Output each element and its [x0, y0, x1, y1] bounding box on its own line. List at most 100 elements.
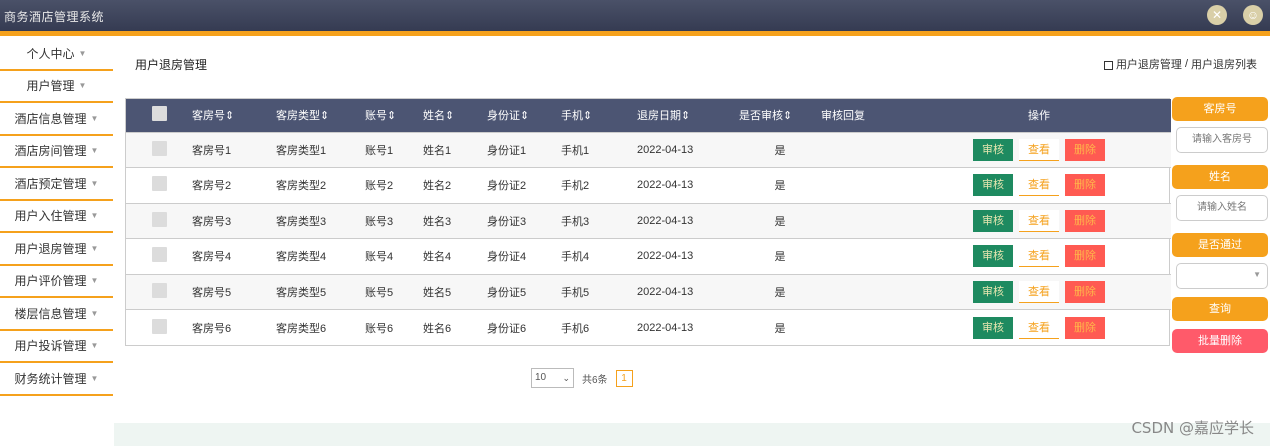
view-button[interactable]: 查看 [1019, 245, 1059, 268]
delete-button[interactable]: 删除 [1065, 174, 1105, 197]
sidebar-item-complaints[interactable]: 用户投诉管理 ▼ [0, 331, 113, 363]
column-header[interactable]: 姓名⇕ [423, 99, 487, 132]
sidebar-item-profile[interactable]: 个人中心 ▼ [0, 38, 113, 71]
user-icon[interactable]: ☺ [1243, 5, 1263, 25]
column-header[interactable]: 手机⇕ [561, 99, 637, 132]
cell-audit: 是 [774, 286, 786, 299]
column-header[interactable]: 身份证⇕ [487, 99, 561, 132]
cell-audit: 是 [774, 144, 786, 157]
row-checkbox[interactable] [151, 211, 167, 227]
cell-account: 账号6 [365, 322, 394, 335]
sidebar-item-label: 酒店预定管理 [14, 176, 87, 191]
column-header[interactable]: 客房号⇕ [192, 99, 276, 132]
room-search-input[interactable]: 请输入客房号 [1176, 127, 1268, 153]
cell-audit: 是 [774, 215, 786, 228]
sidebar-item-rooms[interactable]: 酒店房间管理 ▼ [0, 136, 113, 168]
delete-button[interactable]: 删除 [1065, 280, 1105, 303]
cell-name: 姓名6 [423, 322, 452, 335]
sidebar-item-floors[interactable]: 楼层信息管理 ▼ [0, 298, 113, 331]
delete-button[interactable]: 删除 [1065, 209, 1105, 232]
audit-button[interactable]: 审核 [973, 245, 1013, 268]
name-search-input[interactable]: 请输入姓名 [1176, 195, 1268, 221]
column-header: 审核回复 [821, 110, 865, 123]
table-row: 客房号4 客房类型4 账号4 姓名4 身份证4 手机4 2022-04-13 是… [126, 238, 1171, 275]
chevron-down-icon: ▼ [78, 81, 87, 91]
page-number-button[interactable]: 1 [615, 369, 633, 387]
row-checkbox[interactable] [151, 318, 167, 334]
delete-button[interactable]: 删除 [1065, 316, 1105, 339]
cell-date: 2022-04-13 [637, 321, 694, 334]
cell-account: 账号4 [365, 251, 394, 264]
view-button[interactable]: 查看 [1019, 138, 1059, 161]
watermark: CSDN @嘉应学长 [1131, 419, 1254, 437]
cell-room: 客房号2 [192, 180, 232, 193]
view-button[interactable]: 查看 [1019, 316, 1059, 339]
cell-id: 身份证6 [487, 322, 527, 335]
view-button[interactable]: 查看 [1019, 209, 1059, 232]
checkout-table: 客房号⇕ 客房类型⇕ 账号⇕ 姓名⇕ 身份证⇕ 手机⇕ 退房日期⇕ 是否审核⇕ … [125, 98, 1171, 346]
sidebar-item-bookings[interactable]: 酒店预定管理 ▼ [0, 168, 113, 201]
sidebar-item-users[interactable]: 用户管理 ▼ [0, 71, 113, 103]
cell-type: 客房类型2 [276, 180, 327, 193]
approved-filter-label: 是否通过 [1172, 233, 1268, 257]
delete-button[interactable]: 删除 [1065, 245, 1105, 268]
cell-phone: 手机6 [561, 322, 590, 335]
sidebar-item-label: 个人中心 [26, 46, 75, 61]
cell-audit: 是 [774, 251, 786, 264]
cell-type: 客房类型6 [276, 322, 327, 335]
close-icon[interactable]: ✕ [1207, 5, 1227, 25]
column-header[interactable]: 是否审核⇕ [739, 99, 821, 132]
row-checkbox[interactable] [151, 282, 167, 298]
view-button[interactable]: 查看 [1019, 174, 1059, 197]
app-title: 商务酒店管理系统 [4, 10, 105, 24]
sidebar-item-hotel-info[interactable]: 酒店信息管理 ▼ [0, 103, 113, 136]
cell-date: 2022-04-13 [637, 143, 694, 156]
audit-button[interactable]: 审核 [973, 280, 1013, 303]
audit-button[interactable]: 审核 [973, 316, 1013, 339]
cell-reply [821, 168, 907, 204]
column-header[interactable]: 客房类型⇕ [276, 99, 365, 132]
chevron-down-icon: ▼ [90, 113, 99, 123]
column-header[interactable]: 退房日期⇕ [637, 99, 739, 132]
row-checkbox[interactable] [151, 140, 167, 156]
page-size-select[interactable]: 10 ⌄ [531, 368, 574, 388]
audit-button[interactable]: 审核 [973, 209, 1013, 232]
cell-phone: 手机5 [561, 286, 590, 299]
chevron-down-icon: ▼ [90, 211, 99, 221]
column-header[interactable]: 账号⇕ [365, 99, 423, 132]
sidebar-item-label: 酒店房间管理 [14, 144, 87, 159]
table-row: 客房号2 客房类型2 账号2 姓名2 身份证2 手机2 2022-04-13 是… [126, 167, 1171, 204]
delete-button[interactable]: 删除 [1065, 138, 1105, 161]
audit-button[interactable]: 审核 [973, 138, 1013, 161]
batch-delete-button[interactable]: 批量删除 [1172, 329, 1268, 353]
breadcrumb: 用户退房管理 / 用户退房列表 [1103, 56, 1257, 72]
pagination: 10 ⌄ 共6条 1 [531, 368, 633, 388]
sidebar-item-reviews[interactable]: 用户评价管理 ▼ [0, 266, 113, 298]
select-all-checkbox[interactable] [151, 106, 167, 122]
sidebar-item-checkin[interactable]: 用户入住管理 ▼ [0, 201, 113, 233]
cell-reply [821, 274, 907, 310]
cell-account: 账号3 [365, 215, 394, 228]
sidebar-item-label: 用户管理 [26, 79, 75, 94]
page-title: 用户退房管理 [135, 58, 208, 72]
audit-button[interactable]: 审核 [973, 174, 1013, 197]
table-row: 客房号5 客房类型5 账号5 姓名5 身份证5 手机5 2022-04-13 是… [126, 274, 1171, 310]
row-checkbox[interactable] [151, 176, 167, 192]
page-size-value: 10 [535, 372, 547, 383]
home-icon[interactable] [1103, 60, 1113, 70]
view-button[interactable]: 查看 [1019, 280, 1059, 303]
breadcrumb-item: 用户退房列表 [1191, 59, 1257, 71]
breadcrumb-separator: / [1184, 58, 1188, 70]
row-checkbox[interactable] [151, 247, 167, 263]
cell-room: 客房号4 [192, 251, 232, 264]
approved-select[interactable]: ▼ [1176, 263, 1268, 289]
cell-reply [821, 132, 907, 168]
search-button[interactable]: 查询 [1172, 297, 1268, 321]
sidebar-item-checkout[interactable]: 用户退房管理 ▼ [0, 233, 113, 266]
sidebar-item-finance[interactable]: 财务统计管理 ▼ [0, 363, 113, 396]
cell-audit: 是 [774, 180, 786, 193]
cell-name: 姓名3 [423, 215, 452, 228]
chevron-down-icon: ▼ [78, 48, 87, 58]
breadcrumb-item[interactable]: 用户退房管理 [1116, 56, 1182, 72]
cell-type: 客房类型5 [276, 286, 327, 299]
